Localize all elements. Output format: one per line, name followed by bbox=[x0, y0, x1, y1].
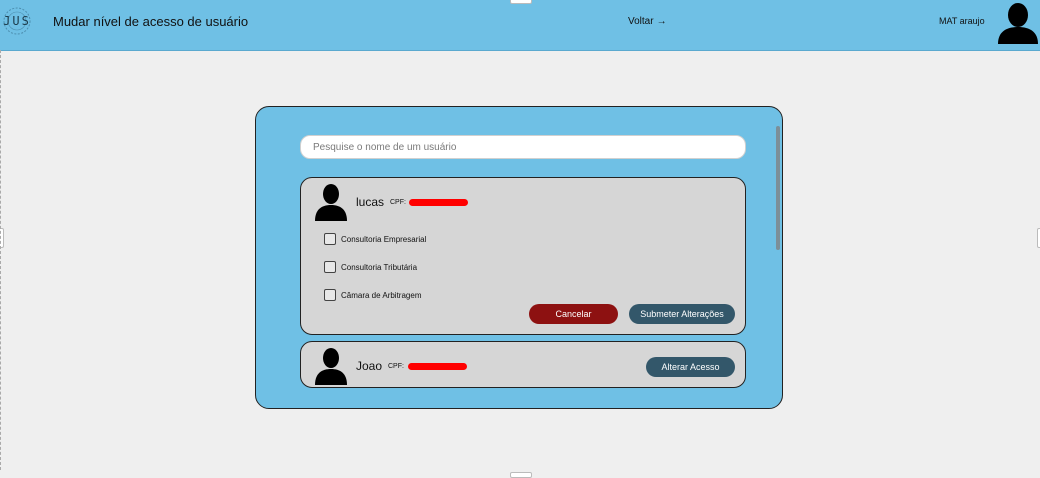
logged-user-name: MAT araujo bbox=[939, 16, 985, 26]
checkbox-camara-arbitragem[interactable] bbox=[324, 289, 336, 301]
panel-scrollbar[interactable] bbox=[776, 126, 780, 250]
resize-handle-top[interactable] bbox=[510, 0, 532, 4]
option-label: Câmara de Arbitragem bbox=[341, 291, 422, 300]
checkbox-consultoria-tributaria[interactable] bbox=[324, 261, 336, 273]
cpf-redaction bbox=[408, 363, 467, 370]
page-title: Mudar nível de acesso de usuário bbox=[53, 14, 249, 29]
user-name: Joao bbox=[356, 359, 383, 373]
frame-edge bbox=[0, 50, 1, 470]
submit-changes-button[interactable]: Submeter Alterações bbox=[629, 304, 735, 324]
cpf-label: CPF: bbox=[390, 199, 406, 206]
user-avatar-icon[interactable] bbox=[996, 2, 1040, 44]
jus-logo: JUS bbox=[2, 6, 32, 36]
resize-handle-bottom[interactable] bbox=[510, 472, 532, 478]
user-silhouette-icon bbox=[315, 184, 347, 221]
user-name: lucas bbox=[356, 195, 385, 209]
arrow-right-icon: → bbox=[656, 16, 667, 27]
user-search-input[interactable] bbox=[300, 135, 746, 159]
checkbox-consultoria-empresarial[interactable] bbox=[324, 233, 336, 245]
option-label: Consultoria Empresarial bbox=[341, 235, 427, 244]
option-label: Consultoria Tributária bbox=[341, 263, 418, 272]
user-silhouette-icon bbox=[315, 348, 347, 385]
back-label: Voltar bbox=[628, 16, 654, 27]
alter-access-button[interactable]: Alterar Acesso bbox=[646, 357, 735, 377]
back-link[interactable]: Voltar → bbox=[628, 16, 667, 27]
logo-text: JUS bbox=[3, 14, 31, 28]
cpf-redaction bbox=[409, 199, 468, 206]
app-header: JUS Mudar nível de acesso de usuário Vol… bbox=[0, 0, 1040, 51]
cancel-button[interactable]: Cancelar bbox=[529, 304, 618, 324]
cpf-label: CPF: bbox=[388, 363, 404, 370]
